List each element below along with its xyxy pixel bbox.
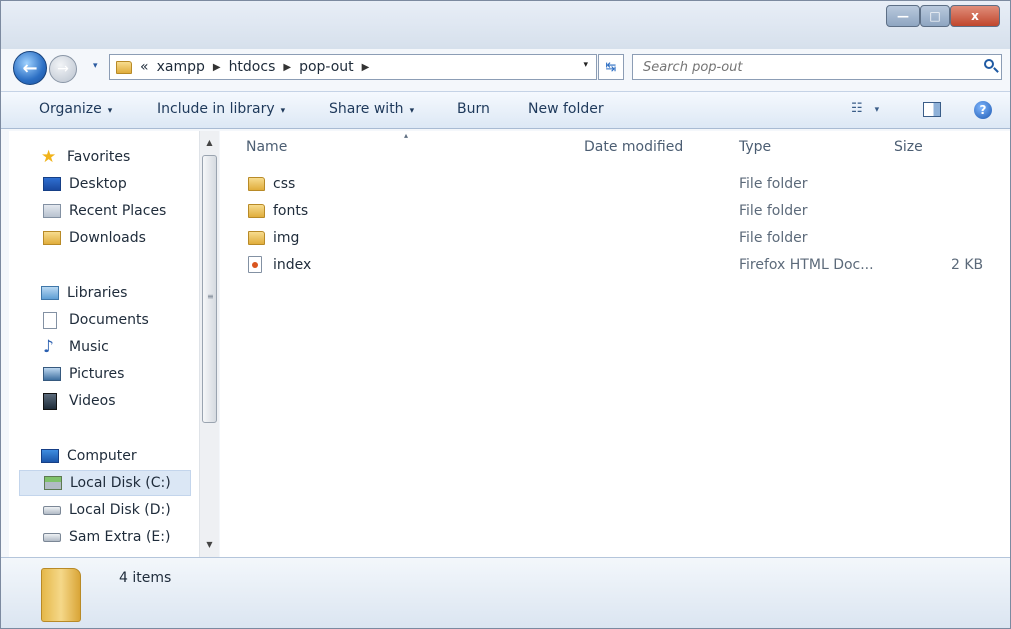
file-name: css: [273, 176, 296, 192]
disk-drive-icon: [43, 532, 61, 542]
forward-arrow-icon: →: [57, 61, 69, 77]
file-row-css[interactable]: css File folder: [246, 172, 996, 198]
column-header-name[interactable]: Name: [246, 139, 287, 155]
column-header-date-modified[interactable]: Date modified: [584, 139, 683, 155]
chevron-down-icon: ▾: [409, 106, 415, 116]
explorer-window: — □ x ← → ▾ « xampp ▶ htdocs ▶ pop-out ▶…: [0, 0, 1011, 629]
organize-button[interactable]: Organize ▾: [39, 101, 112, 117]
file-row-index[interactable]: index Firefox HTML Doc... 2 KB: [246, 253, 996, 279]
sort-ascending-icon: ▴: [404, 131, 409, 140]
recent-places-icon: [43, 204, 61, 218]
file-name: fonts: [273, 203, 309, 219]
minimize-button[interactable]: —: [886, 5, 920, 27]
burn-button[interactable]: Burn: [457, 101, 490, 117]
navigation-pane: ★ Favorites Desktop Recent Places Downloa…: [9, 131, 201, 557]
chevron-down-icon: ▾: [280, 106, 286, 116]
preview-pane-icon[interactable]: [923, 102, 941, 117]
breadcrumb-separator-icon[interactable]: ▶: [362, 62, 370, 73]
title-bar: — □ x: [1, 1, 1010, 49]
sidebar-item-downloads[interactable]: Downloads: [43, 225, 146, 251]
breadcrumb-htdocs[interactable]: htdocs: [229, 59, 276, 75]
libraries-icon: [41, 286, 59, 300]
close-button[interactable]: x: [950, 5, 1000, 27]
share-with-button[interactable]: Share with ▾: [329, 101, 414, 117]
file-row-fonts[interactable]: fonts File folder: [246, 199, 996, 225]
file-row-img[interactable]: img File folder: [246, 226, 996, 252]
file-list: Name ▴ Date modified Type Size css File …: [220, 131, 1010, 557]
desktop-icon: [43, 177, 61, 191]
file-size: 2 KB: [951, 257, 984, 273]
disk-drive-icon: [43, 505, 61, 515]
folder-icon: [248, 177, 265, 191]
breadcrumb-separator-icon[interactable]: ▶: [213, 62, 221, 73]
html-file-icon: [248, 256, 262, 273]
chevron-down-icon: ▾: [107, 106, 113, 116]
computer-icon: [41, 449, 59, 463]
column-header-size[interactable]: Size: [894, 139, 923, 155]
documents-icon: [43, 311, 57, 329]
sidebar-item-computer[interactable]: Computer: [41, 443, 137, 469]
command-bar: Organize ▾ Include in library ▾ Share with…: [1, 91, 1010, 129]
sidebar-item-favorites[interactable]: ★ Favorites: [41, 144, 130, 170]
videos-icon: [43, 392, 57, 410]
file-type: Firefox HTML Doc...: [739, 257, 874, 273]
breadcrumb-xampp[interactable]: xampp: [157, 59, 205, 75]
sidebar-item-local-disk-d[interactable]: Local Disk (D:): [43, 497, 171, 523]
file-type: File folder: [739, 203, 808, 219]
file-type: File folder: [739, 230, 808, 246]
item-count: 4 items: [119, 570, 172, 586]
sidebar-item-libraries[interactable]: Libraries: [41, 280, 127, 306]
refresh-icon: ↹: [605, 59, 617, 75]
new-folder-button[interactable]: New folder: [528, 101, 604, 117]
search-input[interactable]: [641, 55, 965, 79]
folder-icon: [248, 204, 265, 218]
breadcrumb-pop-out[interactable]: pop-out: [299, 59, 354, 75]
address-dropdown-icon[interactable]: ▾: [583, 60, 588, 70]
sidebar-item-music[interactable]: ♪ Music: [43, 334, 109, 360]
view-list-icon: ☷: [851, 101, 863, 116]
change-view-button[interactable]: ☷ ▾: [851, 101, 879, 116]
star-icon: ★: [41, 147, 57, 167]
sidebar-item-documents[interactable]: Documents: [43, 307, 149, 333]
forward-button[interactable]: →: [49, 55, 77, 83]
file-name: img: [273, 230, 300, 246]
file-type: File folder: [739, 176, 808, 192]
search-box[interactable]: [632, 54, 1002, 80]
sidebar-item-desktop[interactable]: Desktop: [43, 171, 127, 197]
chevron-down-icon: ▾: [874, 105, 880, 115]
column-header-type[interactable]: Type: [739, 139, 771, 155]
scroll-down-icon[interactable]: ▼: [200, 535, 219, 553]
grip-icon: ≡: [207, 292, 214, 301]
breadcrumb-overflow[interactable]: «: [140, 59, 149, 75]
breadcrumb-separator-icon[interactable]: ▶: [283, 62, 291, 73]
back-button[interactable]: ←: [13, 51, 47, 85]
sidebar-item-recent-places[interactable]: Recent Places: [43, 198, 166, 224]
downloads-icon: [43, 231, 61, 245]
refresh-button[interactable]: ↹: [598, 54, 624, 80]
search-icon[interactable]: [984, 59, 994, 69]
pictures-icon: [43, 367, 61, 381]
back-arrow-icon: ←: [22, 57, 38, 79]
folder-icon: [116, 60, 132, 74]
file-name: index: [273, 257, 312, 273]
recent-pages-dropdown[interactable]: ▾: [93, 61, 98, 71]
sidebar-item-pictures[interactable]: Pictures: [43, 361, 124, 387]
navigation-scrollbar[interactable]: ▲ ≡ ▼: [199, 131, 219, 557]
address-bar[interactable]: « xampp ▶ htdocs ▶ pop-out ▶ ▾: [109, 54, 597, 80]
include-in-library-button[interactable]: Include in library ▾: [157, 101, 285, 117]
system-disk-icon: [44, 476, 62, 490]
folder-icon: [248, 231, 265, 245]
music-icon: ♪: [43, 337, 54, 357]
sidebar-item-videos[interactable]: Videos: [43, 388, 116, 414]
maximize-button[interactable]: □: [920, 5, 950, 27]
help-icon[interactable]: ?: [974, 101, 992, 119]
folder-icon: [41, 568, 81, 622]
scroll-thumb[interactable]: ≡: [202, 155, 217, 423]
sidebar-item-local-disk-c[interactable]: Local Disk (C:): [19, 470, 191, 496]
sidebar-item-sam-extra-e[interactable]: Sam Extra (E:): [43, 524, 170, 550]
scroll-up-icon[interactable]: ▲: [200, 133, 219, 151]
details-pane: 4 items: [1, 557, 1010, 628]
